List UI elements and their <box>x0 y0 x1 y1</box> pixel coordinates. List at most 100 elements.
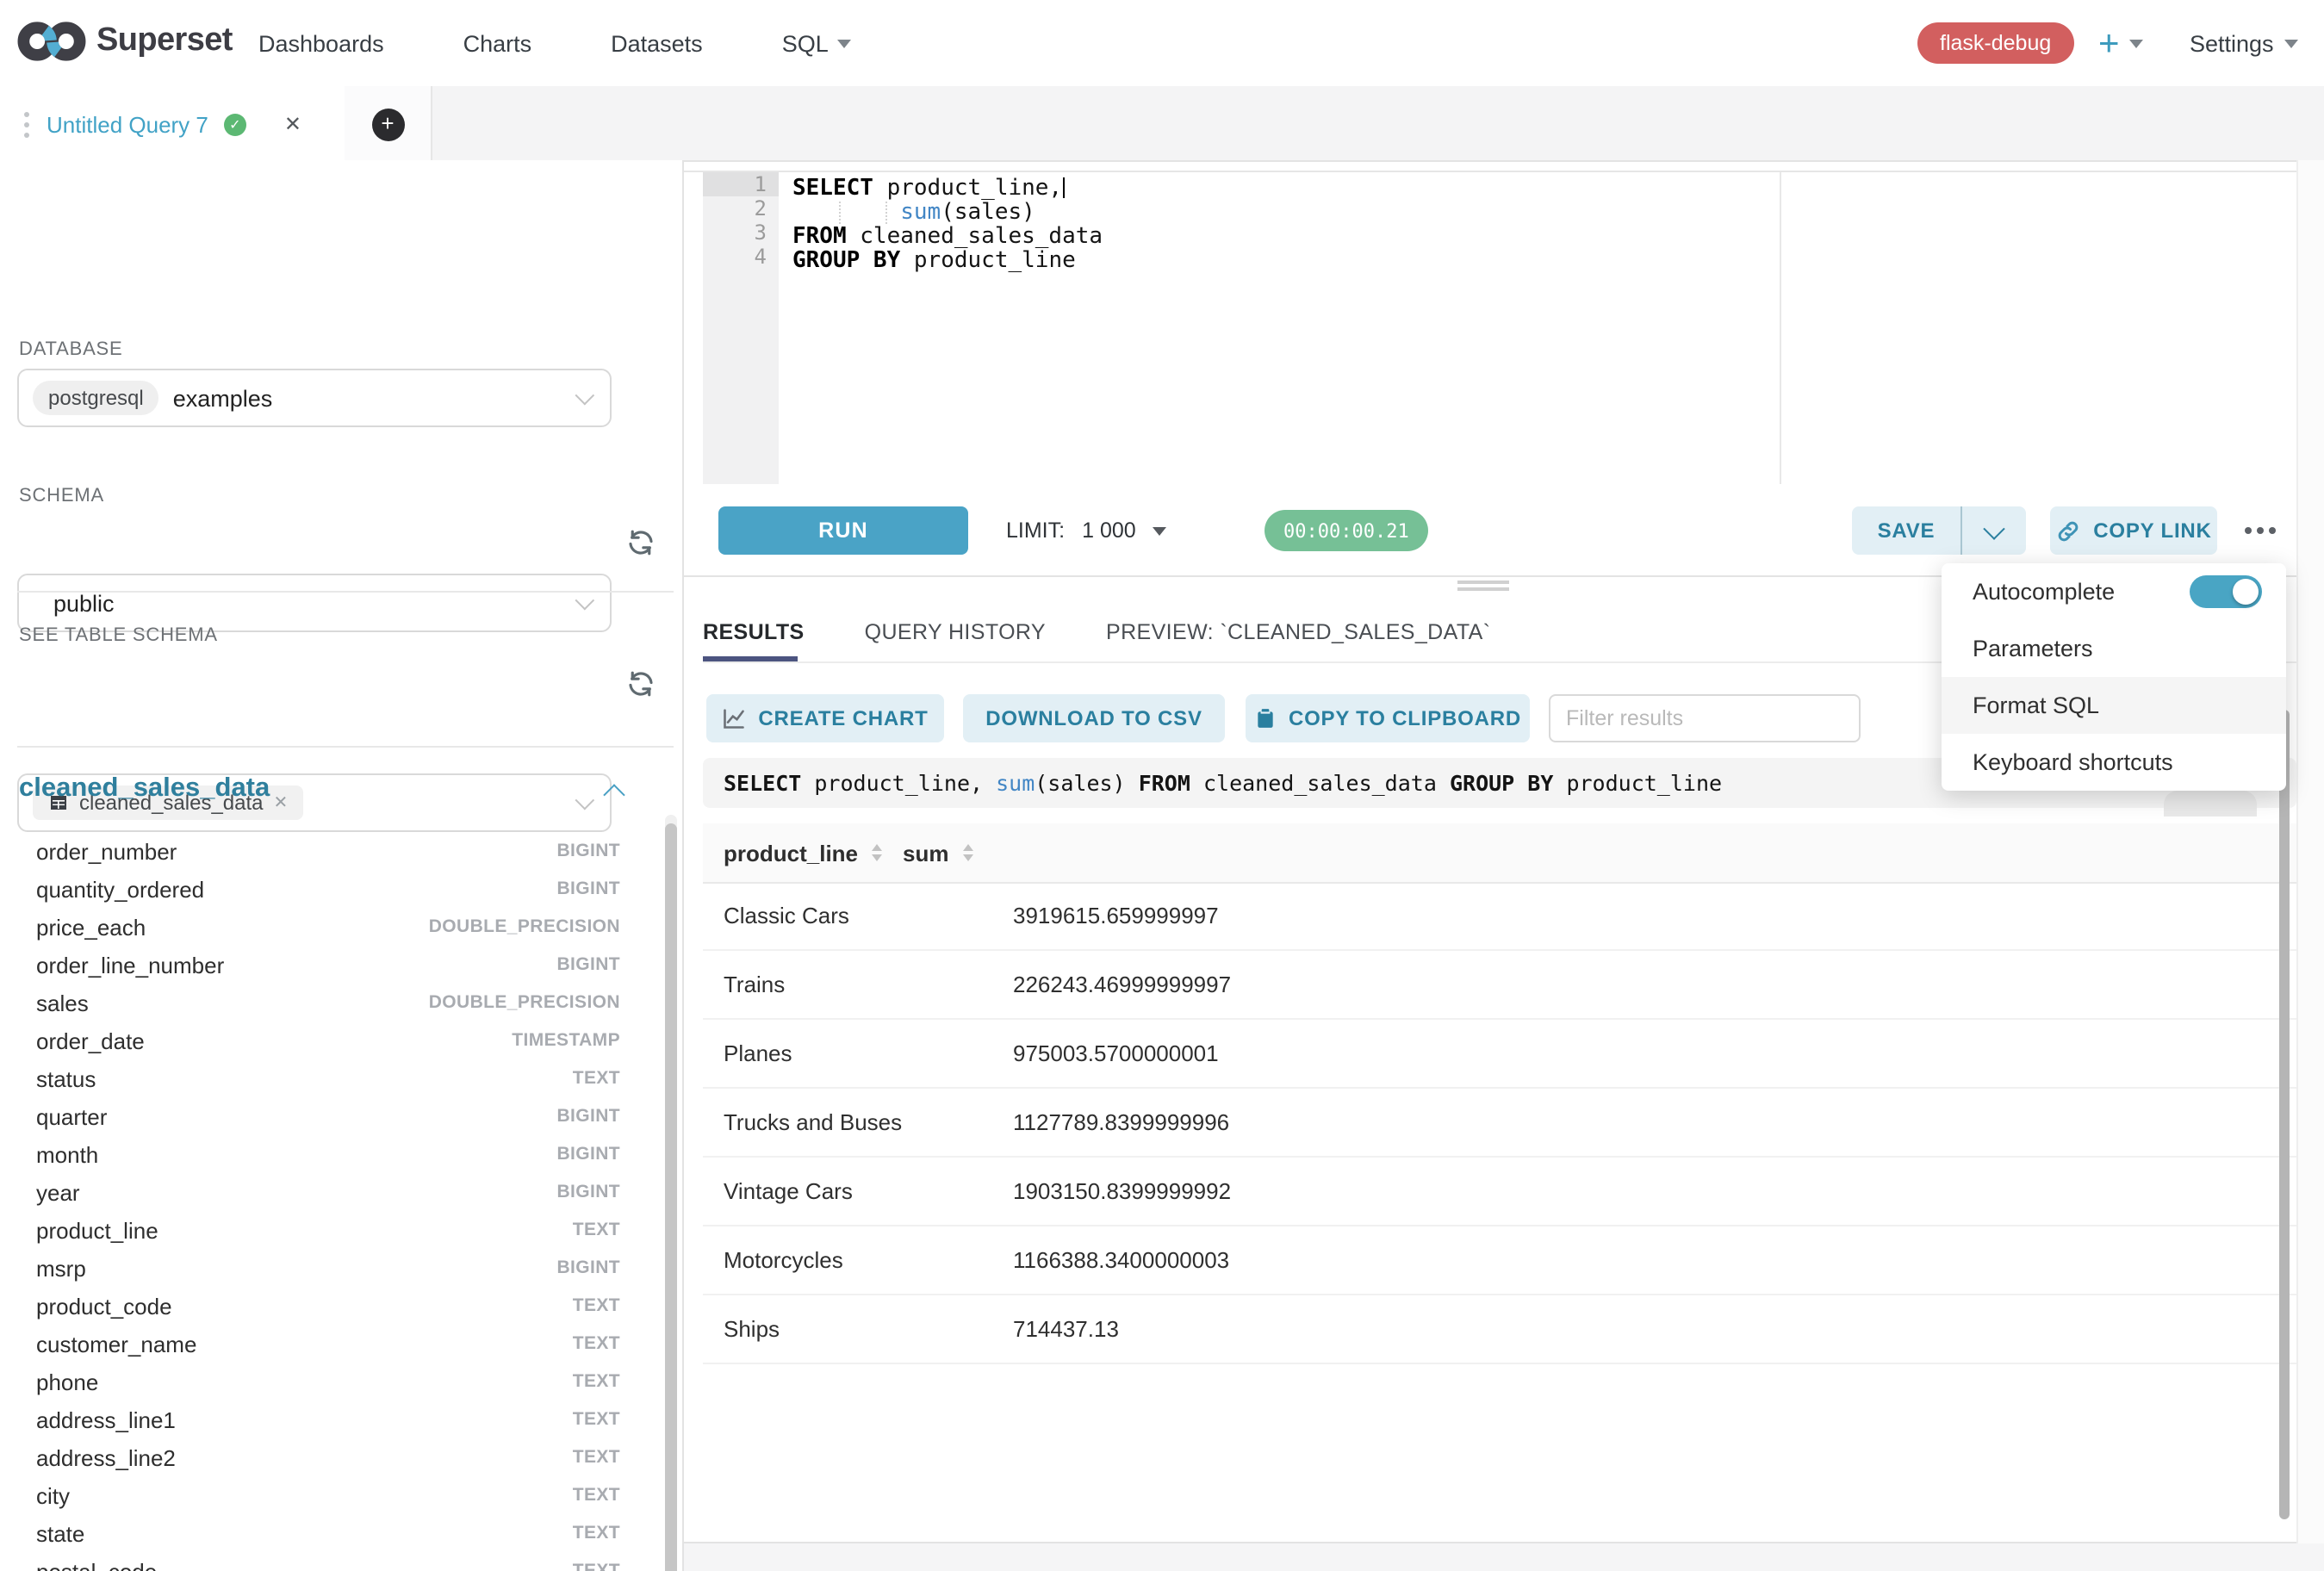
navbar: Superset Dashboards Charts Datasets SQL … <box>0 0 2324 88</box>
column-name: order_date <box>36 1028 145 1053</box>
column-name: product_line <box>36 1217 158 1243</box>
environment-badge: flask-debug <box>1917 22 2073 64</box>
page-bottom-strip <box>684 1543 2324 1571</box>
add-tab-button[interactable]: + <box>371 108 404 140</box>
settings-menu[interactable]: Settings <box>2190 0 2298 86</box>
copy-link-button[interactable]: COPY LINK <box>2050 506 2217 555</box>
column-row: address_line2 TEXT <box>0 1438 682 1476</box>
sidebar-main-divider <box>682 160 684 1571</box>
page-scrollbar-area[interactable] <box>2296 160 2324 1571</box>
results-tabs: RESULTS QUERY HISTORY PREVIEW: `CLEANED_… <box>703 606 1550 658</box>
brand-name: Superset <box>96 22 233 60</box>
results-tab[interactable]: PREVIEW: `CLEANED_SALES_DATA` <box>1106 606 1490 658</box>
nav-link[interactable]: Charts <box>463 30 532 56</box>
code-line[interactable]: SELECT product_line, <box>792 177 1757 202</box>
code-line[interactable]: GROUP BY product_line <box>792 250 1757 274</box>
tab-untitled-query[interactable]: Untitled Query 7 ✓ ✕ <box>0 86 346 162</box>
run-query-button[interactable]: RUN <box>718 506 968 555</box>
column-type: TEXT <box>573 1220 620 1240</box>
cell-sum: 975003.5700000001 <box>992 1040 1219 1066</box>
limit-label: LIMIT: <box>1006 518 1065 543</box>
save-button[interactable]: SAVE <box>1852 506 1960 555</box>
executed-query-text: SELECT product_line, sum(sales) FROM cle… <box>724 770 1722 796</box>
column-type: TIMESTAMP <box>512 1030 620 1051</box>
table-row: Ships 714437.13 <box>703 1295 2296 1364</box>
nav-link[interactable]: Dashboards <box>258 30 384 56</box>
cell-sum: 1166388.3400000003 <box>992 1247 1229 1273</box>
column-row: quantity_ordered BIGINT <box>0 870 682 908</box>
column-header-label: product_line <box>724 840 858 866</box>
schema-select[interactable]: public <box>17 574 612 632</box>
sort-icon[interactable] <box>963 844 973 861</box>
close-tab-icon[interactable]: ✕ <box>284 112 301 136</box>
code-line[interactable]: sum(sales) <box>792 202 1757 226</box>
results-tab[interactable]: RESULTS <box>703 606 805 658</box>
results-tab[interactable]: QUERY HISTORY <box>865 606 1046 658</box>
sidebar-scrollbar-thumb[interactable] <box>665 823 677 1571</box>
column-row: quarter BIGINT <box>0 1097 682 1135</box>
remove-table-icon[interactable]: ✕ <box>274 793 289 812</box>
superset-logo[interactable]: Superset <box>17 17 233 65</box>
column-list: order_number BIGINT quantity_ordered BIG… <box>0 832 682 1571</box>
new-item-dropdown[interactable]: + <box>2098 0 2144 86</box>
divider <box>17 591 674 593</box>
column-name: address_line2 <box>36 1444 176 1470</box>
column-name: quarter <box>36 1103 107 1129</box>
line-number: 2 <box>703 196 779 220</box>
column-name: status <box>36 1065 96 1091</box>
nav-link[interactable]: SQL <box>782 30 851 56</box>
autocomplete-toggle[interactable] <box>2190 575 2262 608</box>
save-options-button[interactable] <box>1960 506 2026 555</box>
indent-guide <box>839 202 841 224</box>
column-name: product_code <box>36 1293 172 1319</box>
filter-results-input[interactable] <box>1549 694 1861 742</box>
menu-item[interactable]: Format SQL <box>1942 677 2286 734</box>
link-icon <box>2055 518 2081 543</box>
cell-product-line: Vintage Cars <box>703 1178 992 1204</box>
line-number: 1 <box>703 172 779 196</box>
more-options-button[interactable] <box>2245 506 2276 555</box>
limit-value: 1 000 <box>1082 518 1136 543</box>
copy-to-clipboard-button[interactable]: COPY TO CLIPBOARD <box>1246 694 1530 742</box>
column-name: order_number <box>36 838 177 864</box>
column-type: TEXT <box>573 1371 620 1392</box>
column-header[interactable]: sum <box>882 823 972 882</box>
code-line[interactable]: FROM cleaned_sales_data <box>792 226 1757 250</box>
chevron-down-icon <box>575 591 595 611</box>
download-csv-button[interactable]: DOWNLOAD TO CSV <box>963 694 1225 742</box>
table-row: Motorcycles 1166388.3400000003 <box>703 1226 2296 1295</box>
sql-lab-app: Superset Dashboards Charts Datasets SQL … <box>0 0 2324 1571</box>
sort-icon[interactable] <box>872 844 882 861</box>
tab-title: Untitled Query 7 <box>47 111 208 137</box>
table-row: Vintage Cars 1903150.8399999992 <box>703 1158 2296 1226</box>
column-row: address_line1 TEXT <box>0 1400 682 1438</box>
results-table-body: Classic Cars 3919615.659999997 Trains 22… <box>703 882 2296 1364</box>
column-name: price_each <box>36 914 146 940</box>
results-scrollbar-thumb[interactable] <box>2279 710 2290 1519</box>
cell-sum: 226243.46999999997 <box>992 972 1231 997</box>
database-engine-chip: postgresql <box>33 381 159 415</box>
refresh-tables-icon[interactable] <box>625 668 656 699</box>
menu-item[interactable]: Autocomplete <box>1942 563 2286 620</box>
cell-sum: 714437.13 <box>992 1316 1119 1342</box>
column-row: customer_name TEXT <box>0 1325 682 1363</box>
plus-icon: + <box>2098 25 2120 61</box>
sql-code-editor[interactable]: SELECT product_line, sum(sales)FROM clea… <box>792 177 1757 274</box>
column-name: state <box>36 1520 84 1546</box>
panel-resize-handle[interactable] <box>1457 581 1509 590</box>
column-header[interactable]: product_line <box>703 823 882 882</box>
menu-item[interactable]: Keyboard shortcuts <box>1942 734 2286 791</box>
nav-link[interactable]: Datasets <box>611 30 703 56</box>
menu-item[interactable]: Parameters <box>1942 620 2286 677</box>
drag-handle-icon[interactable] <box>24 111 29 137</box>
chevron-down-icon <box>575 791 595 810</box>
column-name: phone <box>36 1369 98 1394</box>
menu-item-label: Parameters <box>1973 636 2093 661</box>
chevron-down-icon <box>1153 526 1167 535</box>
limit-dropdown[interactable]: LIMIT: 1 000 <box>1006 506 1167 555</box>
refresh-schema-icon[interactable] <box>625 527 656 558</box>
create-chart-button[interactable]: CREATE CHART <box>706 694 944 742</box>
infinity-logo-icon <box>17 17 86 65</box>
column-row: sales DOUBLE_PRECISION <box>0 984 682 1021</box>
database-select[interactable]: postgresql examples <box>17 369 612 427</box>
